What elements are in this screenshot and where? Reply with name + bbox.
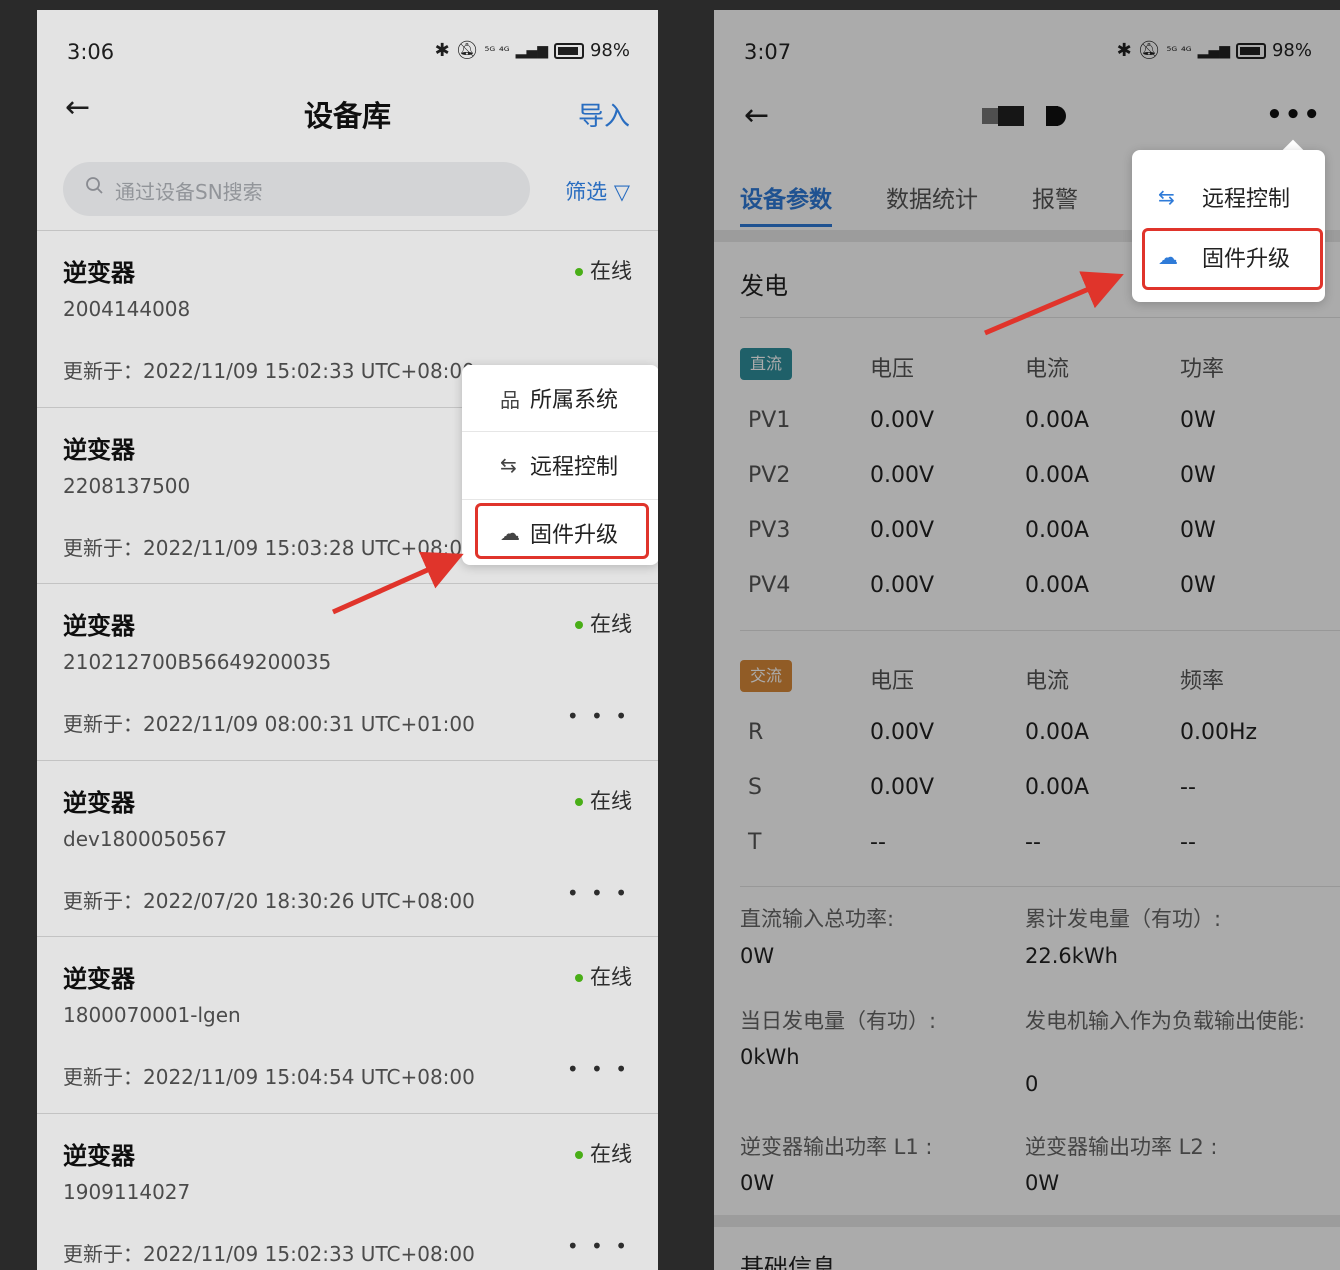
arrow-right [984, 271, 1124, 336]
arrow-left [331, 551, 464, 615]
annotation-arrows [331, 271, 1124, 615]
